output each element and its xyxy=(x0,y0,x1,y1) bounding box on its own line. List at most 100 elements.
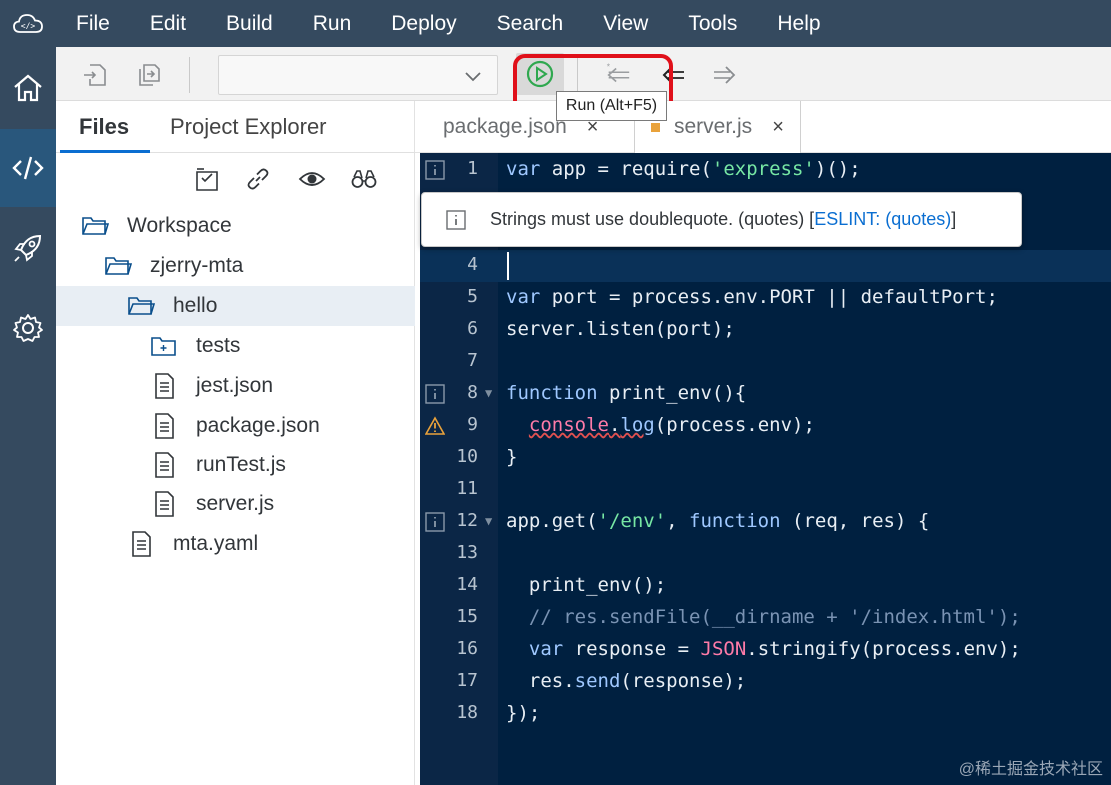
file-icon xyxy=(150,372,178,400)
next-button[interactable] xyxy=(710,61,738,89)
run-tooltip: Run (Alt+F5) xyxy=(556,91,667,121)
tab-label: package.json xyxy=(443,115,567,138)
collapse-all-button[interactable] xyxy=(192,164,222,194)
text-cursor xyxy=(507,252,509,280)
folder-open-icon xyxy=(127,292,155,320)
editor-tabs: package.json × server.js × xyxy=(415,101,1111,153)
run-configuration-select[interactable] xyxy=(218,55,498,95)
rocket-icon xyxy=(14,234,42,262)
chevron-down-icon xyxy=(465,72,481,82)
file-sidebar: Files Project Explorer Workspace zjerry-… xyxy=(56,101,415,785)
file-icon xyxy=(150,490,178,518)
code-editor-button[interactable] xyxy=(0,129,56,207)
tree-item-runtest-js[interactable]: runTest.js xyxy=(56,445,415,485)
eslint-rule-link[interactable]: ESLINT: (quotes) xyxy=(814,209,951,230)
toolbar-separator xyxy=(189,57,190,93)
tree-item-label: package.json xyxy=(196,414,320,437)
menu-tools[interactable]: Tools xyxy=(668,0,757,47)
tree-item-hello[interactable]: hello xyxy=(56,286,415,326)
code-line: 13 xyxy=(420,538,1111,570)
line-number: 17 xyxy=(456,670,478,691)
tree-item-label: mta.yaml xyxy=(173,532,259,555)
settings-button[interactable] xyxy=(0,289,56,367)
code-line: 14 print_env(); xyxy=(420,570,1111,602)
code-line: 12 ▼ app.get('/env', function (req, res)… xyxy=(420,506,1111,538)
line-number: 7 xyxy=(467,350,478,371)
file-icon xyxy=(150,451,178,479)
menu-help[interactable]: Help xyxy=(757,0,840,47)
line-number: 13 xyxy=(456,542,478,563)
info-icon xyxy=(446,209,466,230)
fold-arrow-icon[interactable]: ▼ xyxy=(485,386,492,400)
menu-search[interactable]: Search xyxy=(477,0,584,47)
file-icon xyxy=(150,412,178,440)
menu-deploy[interactable]: Deploy xyxy=(371,0,476,47)
folder-open-icon xyxy=(104,252,132,280)
tree-item-label: runTest.js xyxy=(196,453,286,476)
folder-open-icon xyxy=(81,212,109,240)
tree-item-jest-json[interactable]: jest.json xyxy=(56,366,415,406)
menu-run[interactable]: Run xyxy=(293,0,372,47)
home-icon xyxy=(14,74,42,102)
tree-item-package-json[interactable]: package.json xyxy=(56,406,415,446)
code-line: 17 res.send(response); xyxy=(420,666,1111,698)
binoculars-icon xyxy=(351,170,377,188)
code-line: 10 } xyxy=(420,442,1111,474)
tree-item-tests[interactable]: tests xyxy=(56,326,415,366)
code-editor[interactable]: 1 var app = require('express')(); 4 5 va… xyxy=(420,153,1111,785)
sidebar-tabs: Files Project Explorer xyxy=(56,101,415,153)
lint-message: Strings must use doublequote. (quotes) [ xyxy=(490,209,815,229)
watermark: @稀土掘金技术社区 xyxy=(958,761,1103,778)
tab-project-explorer[interactable]: Project Explorer xyxy=(170,114,327,140)
cloud-code-icon[interactable]: </> xyxy=(0,0,56,47)
code-line: 8 ▼ function print_env(){ xyxy=(420,378,1111,410)
lint-popup: Strings must use doublequote. (quotes) [… xyxy=(421,192,1022,247)
eye-icon xyxy=(298,172,326,186)
line-number: 15 xyxy=(456,606,478,627)
tree-item-mta-yaml[interactable]: mta.yaml xyxy=(56,524,415,564)
line-number: 8 xyxy=(467,382,478,403)
tab-label: server.js xyxy=(674,115,753,138)
test-folder-icon xyxy=(150,332,178,360)
code-line: 5 var port = process.env.PORT || default… xyxy=(420,282,1111,314)
search-files-button[interactable] xyxy=(349,164,379,194)
line-number: 14 xyxy=(456,574,478,595)
line-number: 6 xyxy=(467,318,478,339)
line-number: 16 xyxy=(456,638,478,659)
code-line: 9 console.log(process.env); xyxy=(420,410,1111,442)
code-line: 15 // res.sendFile(__dirname + '/index.h… xyxy=(420,602,1111,634)
tree-item-zjerry-mta[interactable]: zjerry-mta xyxy=(56,246,415,286)
line-number: 4 xyxy=(467,254,478,275)
link-editor-button[interactable] xyxy=(243,164,273,194)
home-button[interactable] xyxy=(0,49,56,127)
close-icon[interactable]: × xyxy=(772,116,784,139)
tab-files[interactable]: Files xyxy=(79,114,129,140)
line-number: 12 xyxy=(456,510,478,531)
import-file-icon xyxy=(84,64,106,86)
export-file-button[interactable] xyxy=(134,61,162,89)
menu-view[interactable]: View xyxy=(583,0,668,47)
line-number: 11 xyxy=(456,478,478,499)
code-line: 6 server.listen(port); xyxy=(420,314,1111,346)
menu-file[interactable]: File xyxy=(56,0,130,47)
lint-message-end: ] xyxy=(951,209,957,229)
code-line-current: 4 xyxy=(420,250,1111,282)
gear-icon xyxy=(13,314,43,342)
fold-arrow-icon[interactable]: ▼ xyxy=(485,514,492,528)
svg-text:</>: </> xyxy=(21,21,36,30)
arrow-right-icon xyxy=(714,66,736,84)
link-icon xyxy=(247,168,269,190)
menu-build[interactable]: Build xyxy=(206,0,293,47)
active-tab-indicator xyxy=(60,150,150,153)
new-file-button[interactable] xyxy=(81,61,109,89)
deploy-button[interactable] xyxy=(0,209,56,287)
tree-item-server-js[interactable]: server.js xyxy=(56,484,415,524)
show-hidden-button[interactable] xyxy=(297,164,327,194)
line-number: 9 xyxy=(467,414,478,435)
file-icon xyxy=(127,530,155,558)
code-icon xyxy=(12,156,44,180)
menu-edit[interactable]: Edit xyxy=(130,0,206,47)
tree-item-label: server.js xyxy=(196,492,275,515)
tree-item-workspace[interactable]: Workspace xyxy=(56,206,415,246)
code-line: 7 xyxy=(420,346,1111,378)
